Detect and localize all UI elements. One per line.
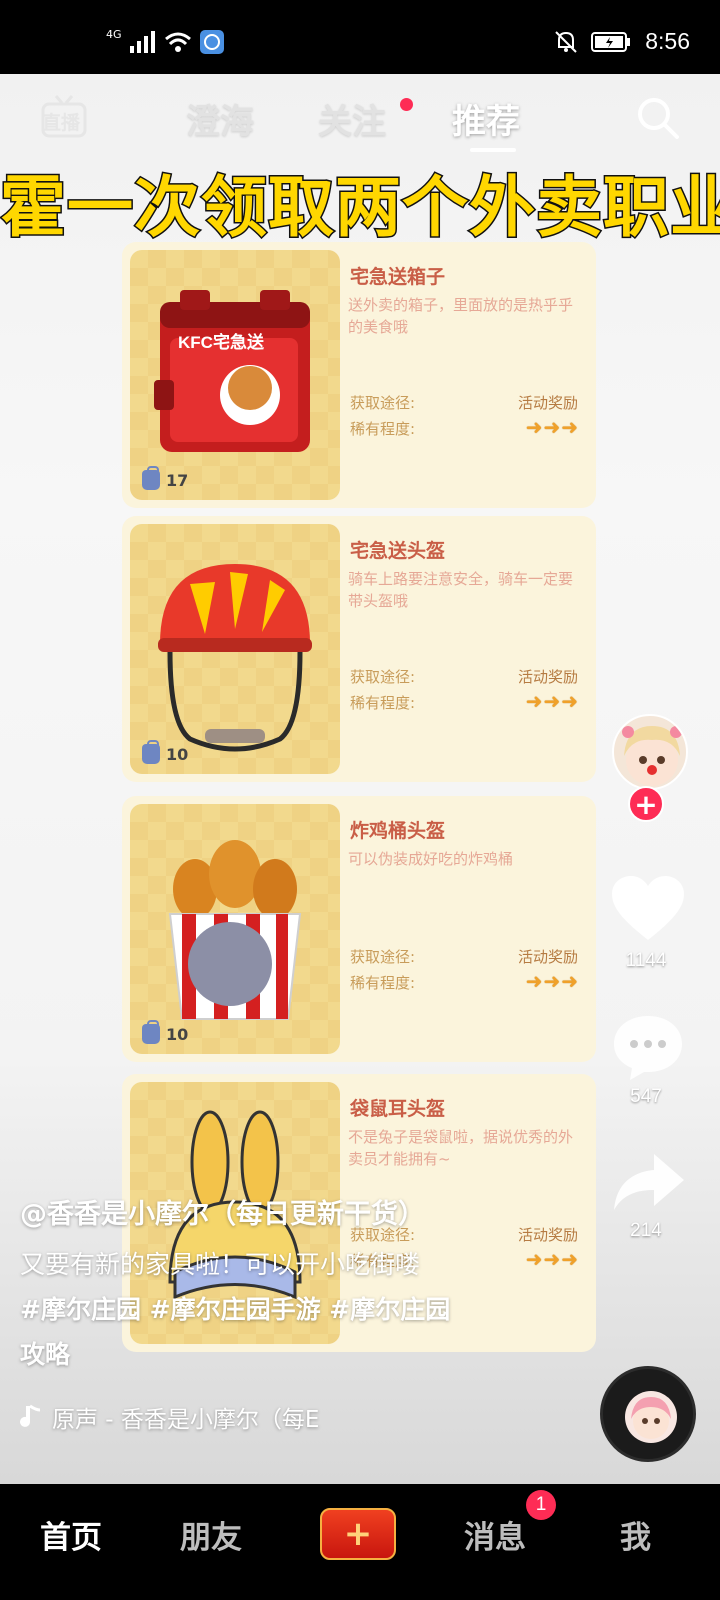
author-name[interactable]: @香香是小摩尔（每日更新干货） <box>20 1192 580 1231</box>
author-avatar[interactable] <box>612 714 688 790</box>
battery-icon <box>591 31 631 52</box>
backpack-icon <box>142 740 160 764</box>
clock: 8:56 <box>645 28 690 54</box>
avatar-image <box>622 726 682 786</box>
signal-icon <box>129 31 155 53</box>
nav-messages[interactable]: 消息 <box>464 1512 526 1557</box>
item-image-delivery-helmet <box>130 524 340 774</box>
follow-button[interactable]: + <box>628 786 664 822</box>
item-count-value: 10 <box>166 1024 189 1044</box>
comment-count: 547 <box>630 1086 662 1107</box>
like-count: 1144 <box>625 950 667 971</box>
tab-chenghai[interactable]: 澄海 <box>186 94 254 143</box>
item-rarity-row: 稀有程度: ➜ ➜ ➜ <box>350 969 578 993</box>
source-label: 获取途径: <box>350 948 416 966</box>
share-arrow-icon[interactable] <box>610 1150 686 1216</box>
item-card: 10 宅急送头盔 骑车上路要注意安全，骑车一定要带头盔哦 获取途径: 活动奖励 … <box>122 516 596 782</box>
tab-recommended[interactable]: 推荐 <box>452 94 520 143</box>
item-name: 宅急送头盔 <box>350 540 446 562</box>
live-label: 直播 <box>42 112 81 134</box>
video-overlay-title: 霍一次领取两个外卖职业 <box>0 168 720 248</box>
item-source-row: 获取途径: 活动奖励 <box>350 946 578 967</box>
item-description: 送外卖的箱子，里面放的是热乎乎的美食哦 <box>348 296 574 336</box>
caption-text: 又要有新的家具啦！可以开小吃街喽 <box>20 1250 421 1279</box>
share-count: 214 <box>630 1220 662 1241</box>
rarity-label: 稀有程度: <box>350 974 416 992</box>
rarity-label: 稀有程度: <box>350 420 416 438</box>
item-count: 17 <box>142 466 189 490</box>
item-card: KFC宅急送 17 宅急送箱子 送外卖的箱子，里面放的是热乎乎的美食哦 获取途径… <box>122 242 596 508</box>
source-value: 活动奖励 <box>517 394 578 412</box>
item-count-value: 17 <box>166 470 189 490</box>
nav-me[interactable]: 我 <box>620 1512 651 1557</box>
comment-bubble-icon[interactable] <box>610 1012 686 1082</box>
music-info[interactable]: 原声 - 香香是小摩尔（每E <box>20 1400 319 1434</box>
music-title: 原声 - 香香是小摩尔（每E <box>52 1407 320 1433</box>
search-icon[interactable] <box>636 96 680 140</box>
top-tab-bar: 直播 澄海 关注 推荐 <box>0 74 720 154</box>
app-notification-icon <box>199 30 224 54</box>
rarity-arrows-icon: ➜ ➜ ➜ <box>525 689 578 713</box>
item-description: 骑车上路要注意安全，骑车一定要带头盔哦 <box>348 570 574 610</box>
source-value: 活动奖励 <box>517 668 578 686</box>
music-note-icon <box>20 1404 41 1427</box>
item-count: 10 <box>142 1020 189 1044</box>
item-image-delivery-box: KFC宅急送 <box>130 250 340 500</box>
network-label: 4G <box>106 27 122 41</box>
rarity-label: 稀有程度: <box>350 694 416 712</box>
create-post-button[interactable]: + <box>320 1508 396 1560</box>
item-description: 不是兔子是袋鼠啦，据说优秀的外卖员才能拥有~ <box>348 1128 574 1168</box>
rarity-arrows-icon: ➜ ➜ ➜ <box>525 969 578 993</box>
music-disc-button[interactable] <box>600 1366 696 1462</box>
wifi-icon <box>164 32 191 52</box>
plus-icon: + <box>343 1514 373 1554</box>
item-name: 宅急送箱子 <box>350 266 446 288</box>
live-button[interactable]: 直播 <box>40 94 88 138</box>
active-tab-indicator <box>470 148 516 152</box>
item-source-row: 获取途径: 活动奖励 <box>350 392 578 413</box>
item-count: 10 <box>142 740 189 764</box>
nav-friends[interactable]: 朋友 <box>180 1512 242 1557</box>
source-value: 活动奖励 <box>517 948 578 966</box>
item-image-chicken-bucket-helmet <box>130 804 340 1054</box>
source-label: 获取途径: <box>350 668 416 686</box>
video-caption: @香香是小摩尔（每日更新干货） 又要有新的家具啦！可以开小吃街喽 #摩尔庄园 #… <box>20 1192 580 1377</box>
rarity-arrows-icon: ➜ ➜ ➜ <box>525 415 578 439</box>
source-label: 获取途径: <box>350 394 416 412</box>
item-rarity-row: 稀有程度: ➜ ➜ ➜ <box>350 415 578 439</box>
status-bar: 4G 8:56 <box>0 0 720 74</box>
bottom-nav: 首页 朋友 + 消息 1 我 <box>0 1484 720 1600</box>
item-count-value: 10 <box>166 744 189 764</box>
following-new-dot <box>400 98 413 111</box>
video-feed[interactable]: KFC宅急送 17 宅急送箱子 送外卖的箱子，里面放的是热乎乎的美食哦 获取途径… <box>0 74 720 1484</box>
backpack-icon <box>142 466 160 490</box>
item-name: 袋鼠耳头盔 <box>350 1098 446 1120</box>
like-heart-icon[interactable] <box>610 874 686 944</box>
item-name: 炸鸡桶头盔 <box>350 820 446 842</box>
item-source-row: 获取途径: 活动奖励 <box>350 666 578 687</box>
tab-following[interactable]: 关注 <box>318 94 386 143</box>
backpack-icon <box>142 1020 160 1044</box>
item-rarity-row: 稀有程度: ➜ ➜ ➜ <box>350 689 578 713</box>
music-disc-cover <box>625 1391 677 1443</box>
messages-badge: 1 <box>526 1490 556 1520</box>
caption-hashtags[interactable]: #摩尔庄园 #摩尔庄园手游 #摩尔庄园 <box>20 1287 580 1332</box>
mute-bell-icon <box>555 30 577 53</box>
caption-hashtags-continued[interactable]: 攻略 <box>20 1332 580 1377</box>
item-card: 10 炸鸡桶头盔 可以伪装成好吃的炸鸡桶 获取途径: 活动奖励 稀有程度: ➜ ➜… <box>122 796 596 1062</box>
nav-home[interactable]: 首页 <box>40 1512 102 1557</box>
box-logo-text: KFC宅急送 <box>178 333 264 352</box>
item-description: 可以伪装成好吃的炸鸡桶 <box>348 850 514 868</box>
